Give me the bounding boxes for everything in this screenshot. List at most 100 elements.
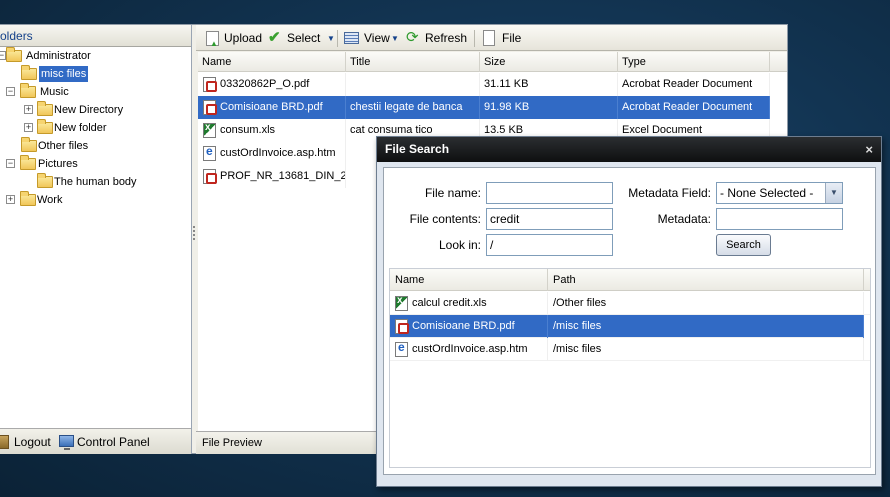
look-in-input[interactable]	[486, 234, 613, 256]
collapse-toggle-icon[interactable]: −	[6, 159, 15, 168]
folders-panel: olders − Administrator misc files − Musi…	[0, 25, 192, 454]
tree-item-label: Administrator	[26, 50, 91, 62]
cell-name: Comisioane BRD.pdf	[216, 96, 346, 119]
pdf-icon	[203, 169, 217, 184]
refresh-label: Refresh	[425, 31, 468, 45]
chevron-down-icon[interactable]: ▼	[825, 183, 842, 203]
close-icon[interactable]: ×	[865, 137, 873, 162]
refresh-icon: ⟳	[406, 29, 419, 46]
monitor-icon	[59, 435, 74, 450]
excel-icon	[203, 122, 216, 138]
toolbar-separator	[474, 30, 475, 47]
pdf-icon	[203, 77, 217, 92]
cell-type: Acrobat Reader Document	[618, 73, 770, 96]
expand-toggle-icon[interactable]: +	[24, 105, 33, 114]
cell-size: 31.11 KB	[480, 73, 618, 96]
tree-item-label: Work	[37, 194, 63, 206]
cell-type: Acrobat Reader Document	[618, 96, 770, 119]
file-contents-input[interactable]	[486, 208, 613, 230]
upload-icon	[206, 31, 219, 52]
cell-name: custOrdInvoice.asp.htm	[216, 142, 346, 165]
file-search-dialog: File Search × File name: File contents: …	[376, 136, 882, 487]
checkmark-icon: ✔	[268, 29, 281, 46]
control-panel-label: Control Panel	[77, 435, 150, 449]
panel-splitter-handle[interactable]	[192, 225, 196, 245]
folder-icon	[37, 119, 53, 134]
cell-name: PROF_NR_13681_DIN_20	[216, 165, 346, 188]
expand-toggle-icon[interactable]: +	[24, 123, 33, 132]
folders-footer: Logout Control Panel	[0, 428, 191, 454]
column-header-type[interactable]: Type	[618, 52, 770, 72]
file-label: File	[502, 31, 522, 45]
toolbar-separator	[337, 30, 338, 47]
file-name-input[interactable]	[486, 182, 613, 204]
list-item-selected[interactable]: Comisioane BRD.pdf /misc files	[390, 315, 864, 338]
metadata-label: Metadata:	[657, 212, 711, 226]
toolbar: Upload ✔ Select ▼ View ▼ ⟳ Refresh File	[196, 25, 787, 52]
tree-item-label: New folder	[54, 122, 107, 134]
html-icon	[203, 144, 216, 161]
tree-item-label: The human body	[54, 176, 137, 188]
result-name: calcul credit.xls	[407, 292, 548, 315]
logout-icon	[0, 435, 9, 449]
result-name: Comisioane BRD.pdf	[407, 315, 548, 338]
folder-icon	[21, 137, 37, 152]
select-label: Select	[287, 31, 321, 45]
list-item[interactable]: calcul credit.xls /Other files	[390, 292, 870, 315]
file-icon	[483, 30, 495, 46]
results-header: Name Path	[390, 269, 870, 291]
column-header-size[interactable]: Size	[480, 52, 618, 72]
folder-icon	[37, 173, 53, 188]
metadata-input[interactable]	[716, 208, 843, 230]
search-button[interactable]: Search	[716, 234, 771, 256]
result-name: custOrdInvoice.asp.htm	[407, 338, 548, 361]
folders-panel-header: olders	[0, 25, 191, 47]
column-header-path[interactable]: Path	[548, 269, 864, 291]
refresh-button[interactable]: ⟳ Refresh	[406, 29, 468, 47]
file-button[interactable]: File	[483, 30, 523, 47]
view-button[interactable]: View ▼	[344, 30, 399, 47]
result-path: /misc files	[548, 315, 864, 338]
cell-name: 03320862P_O.pdf	[216, 73, 346, 96]
column-header-title[interactable]: Title	[346, 52, 480, 72]
upload-label: Upload	[224, 31, 263, 45]
tree-item-label: Pictures	[38, 158, 78, 170]
logout-button[interactable]: Logout	[0, 434, 55, 450]
view-list-icon	[344, 32, 359, 44]
control-panel-button[interactable]: Control Panel	[58, 434, 186, 450]
expand-toggle-icon[interactable]: +	[6, 195, 15, 204]
metadata-field-label: Metadata Field:	[628, 186, 711, 200]
dialog-body: File name: File contents: Look in: Metad…	[383, 167, 876, 475]
upload-button[interactable]: Upload	[206, 30, 268, 52]
view-label: View	[364, 31, 390, 45]
collapse-toggle-icon[interactable]: −	[6, 87, 15, 96]
dialog-title: File Search	[385, 142, 450, 156]
result-path: /Other files	[548, 292, 864, 315]
chevron-down-icon: ▼	[391, 34, 399, 43]
tree-item-label: misc files	[39, 66, 89, 82]
tree-item-label: New Directory	[54, 104, 124, 116]
file-preview-label: File Preview	[202, 437, 262, 449]
file-contents-label: File contents:	[409, 212, 481, 226]
column-header-name[interactable]: Name	[198, 52, 346, 72]
pdf-icon	[203, 100, 217, 115]
folder-open-icon	[6, 47, 22, 62]
table-row[interactable]: 03320862P_O.pdf 31.11 KB Acrobat Reader …	[198, 73, 787, 96]
folder-open-icon	[20, 155, 36, 170]
table-row-selected[interactable]: Comisioane BRD.pdf chestii legate de ban…	[198, 96, 770, 119]
list-item[interactable]: custOrdInvoice.asp.htm /misc files	[390, 338, 870, 361]
select-button[interactable]: ✔ Select ▼	[268, 29, 335, 47]
column-header-name[interactable]: Name	[390, 269, 548, 291]
tree-item-label: Other files	[38, 140, 89, 152]
file-name-label: File name:	[424, 186, 481, 200]
folder-icon	[20, 191, 36, 206]
dialog-title-bar[interactable]: File Search ×	[377, 137, 881, 162]
tree-item-label: Music	[40, 86, 69, 98]
cell-title	[346, 73, 480, 96]
folder-open-icon	[20, 83, 36, 98]
logout-label: Logout	[14, 435, 51, 449]
chevron-down-icon: ▼	[327, 34, 335, 43]
cell-title: chestii legate de banca	[346, 96, 480, 119]
folder-icon	[37, 101, 53, 116]
metadata-field-select[interactable]: - None Selected - ▼	[716, 182, 843, 204]
